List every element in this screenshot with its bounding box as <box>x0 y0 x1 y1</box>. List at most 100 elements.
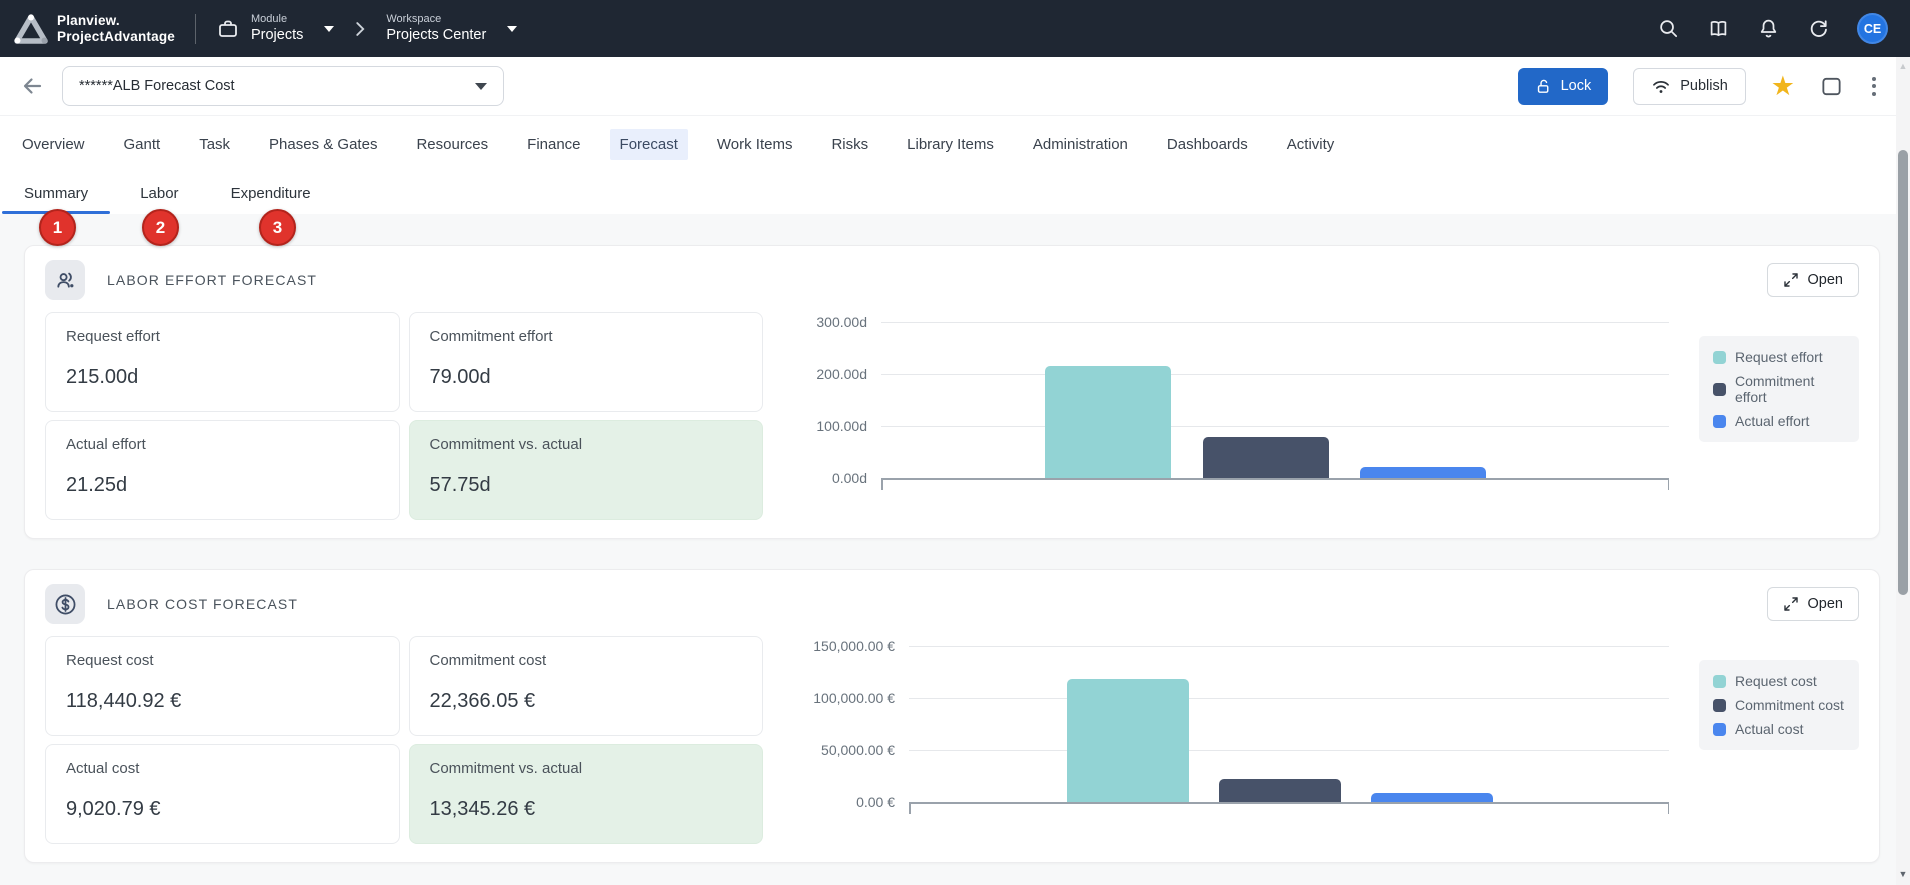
avatar[interactable]: CE <box>1857 13 1888 44</box>
scroll-up-arrow-icon[interactable]: ▲ <box>1896 62 1910 71</box>
tab-forecast[interactable]: Forecast <box>610 129 688 160</box>
legend-item-actual-cost: Actual cost <box>1713 721 1845 737</box>
tab-phases-gates[interactable]: Phases & Gates <box>259 129 387 160</box>
labor-cost-forecast-card: LABOR COST FORECAST Open Request cost 11… <box>24 569 1880 863</box>
bell-icon[interactable] <box>1757 17 1780 40</box>
labor-cost-chart: 150,000.00 €100,000.00 €50,000.00 €0.00 … <box>785 636 1673 836</box>
y-axis-tick: 300.00d <box>785 315 867 329</box>
back-button[interactable] <box>16 70 48 102</box>
step-badge-2: 2 <box>142 209 179 246</box>
tile-label: Actual effort <box>66 436 379 453</box>
legend-swatch <box>1713 383 1726 396</box>
page-scrollbar[interactable]: ▲ ▼ <box>1896 57 1910 885</box>
axis-end-tick <box>881 478 883 490</box>
scrollbar-thumb[interactable] <box>1898 150 1908 595</box>
subtab-labor[interactable]: Labor <box>118 173 200 214</box>
gridline <box>881 374 1669 375</box>
tile-label: Commitment effort <box>430 328 743 345</box>
step-badge-3: 3 <box>259 209 296 246</box>
chart-plot-area: 150,000.00 €100,000.00 €50,000.00 €0.00 … <box>909 646 1669 804</box>
tile-value: 118,440.92 € <box>66 690 379 713</box>
kebab-menu-icon[interactable] <box>1868 74 1880 99</box>
tile-label: Commitment cost <box>430 652 743 669</box>
comment-icon[interactable] <box>1820 75 1843 98</box>
breadcrumb-chevron-icon <box>349 18 371 40</box>
project-selector[interactable]: ******ALB Forecast Cost <box>62 66 504 106</box>
gridline <box>881 322 1669 323</box>
legend-swatch <box>1713 723 1726 736</box>
tab-administration[interactable]: Administration <box>1023 129 1138 160</box>
commitment-vs-actual-tile: Commitment vs. actual 57.75d <box>409 420 764 520</box>
bar-actual-cost <box>1371 793 1493 802</box>
tab-task[interactable]: Task <box>189 129 240 160</box>
tab-resources[interactable]: Resources <box>406 129 498 160</box>
scroll-down-arrow-icon[interactable]: ▼ <box>1896 870 1910 879</box>
publish-button[interactable]: Publish <box>1633 68 1746 105</box>
workspace-selector[interactable]: Workspace Projects Center <box>386 13 517 45</box>
tile-value: 22,366.05 € <box>430 690 743 713</box>
legend-label: Actual cost <box>1735 721 1803 737</box>
planview-logo-icon <box>14 14 48 44</box>
open-button[interactable]: Open <box>1767 587 1859 621</box>
legend-label: Actual effort <box>1735 413 1809 429</box>
book-icon[interactable] <box>1707 17 1730 40</box>
people-icon <box>45 260 85 300</box>
axis-end-tick <box>909 802 911 814</box>
y-axis-tick: 150,000.00 € <box>785 639 895 653</box>
topbar: Planview. ProjectAdvantage Module Projec… <box>0 0 1910 57</box>
module-selector[interactable]: Module Projects <box>216 13 334 45</box>
legend-swatch <box>1713 699 1726 712</box>
subtab-bar: SummaryLaborExpenditure <box>0 173 1910 214</box>
legend-item-request-cost: Request cost <box>1713 673 1845 689</box>
tab-dashboards[interactable]: Dashboards <box>1157 129 1258 160</box>
refresh-icon[interactable] <box>1807 17 1830 40</box>
workspace-value: Projects Center <box>386 26 486 44</box>
favorite-star-icon[interactable]: ★ <box>1771 73 1795 100</box>
chevron-down-icon <box>324 26 334 32</box>
publish-button-label: Publish <box>1680 78 1728 94</box>
search-icon[interactable] <box>1657 17 1680 40</box>
labor-effort-forecast-card: LABOR EFFORT FORECAST Open Request effor… <box>24 245 1880 539</box>
subtab-expenditure[interactable]: Expenditure <box>209 173 333 214</box>
card-title: LABOR EFFORT FORECAST <box>107 272 317 288</box>
tab-work-items[interactable]: Work Items <box>707 129 803 160</box>
tab-activity[interactable]: Activity <box>1277 129 1345 160</box>
labor-effort-chart: 300.00d200.00d100.00d0.00d <box>785 312 1673 512</box>
tab-risks[interactable]: Risks <box>821 129 878 160</box>
legend-item-commitment-effort: Commitment effort <box>1713 373 1845 405</box>
card-title: LABOR COST FORECAST <box>107 596 298 612</box>
expand-icon <box>1783 596 1799 612</box>
open-button[interactable]: Open <box>1767 263 1859 297</box>
tab-overview[interactable]: Overview <box>12 129 95 160</box>
legend-swatch <box>1713 675 1726 688</box>
lock-button-label: Lock <box>1561 78 1592 94</box>
expand-icon <box>1783 272 1799 288</box>
chart-plot-area: 300.00d200.00d100.00d0.00d <box>881 322 1669 480</box>
topbar-divider <box>195 14 196 44</box>
chevron-down-icon <box>507 26 517 32</box>
tab-bar: Overview Gantt Task Phases & Gates Resources… <box>0 116 1910 173</box>
tab-library-items[interactable]: Library Items <box>897 129 1004 160</box>
gridline <box>881 426 1669 427</box>
commitment-cost-tile: Commitment cost 22,366.05 € <box>409 636 764 736</box>
tab-gantt[interactable]: Gantt <box>114 129 171 160</box>
toolbar: ******ALB Forecast Cost Lock Publish <box>0 57 1910 116</box>
open-button-label: Open <box>1808 272 1843 288</box>
briefcase-icon <box>216 17 240 41</box>
y-axis-tick: 0.00d <box>785 471 867 485</box>
legend-swatch <box>1713 351 1726 364</box>
bar-actual-effort <box>1360 467 1486 478</box>
commitment-vs-actual-tile: Commitment vs. actual 13,345.26 € <box>409 744 764 844</box>
tile-value: 215.00d <box>66 366 379 389</box>
tile-label: Commitment vs. actual <box>430 760 743 777</box>
legend-label: Commitment effort <box>1735 373 1845 405</box>
chart-legend: Request costCommitment costActual cost <box>1699 660 1859 750</box>
tab-finance[interactable]: Finance <box>517 129 590 160</box>
gridline <box>909 750 1669 751</box>
lock-button[interactable]: Lock <box>1518 68 1609 105</box>
publish-icon <box>1651 78 1671 95</box>
brand[interactable]: Planview. ProjectAdvantage <box>14 13 175 45</box>
tile-label: Actual cost <box>66 760 379 777</box>
subtab-summary[interactable]: Summary <box>2 173 110 214</box>
tile-value: 21.25d <box>66 474 379 497</box>
